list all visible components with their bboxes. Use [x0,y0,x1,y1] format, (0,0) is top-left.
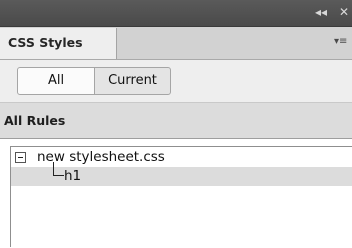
css-styles-panel: ◂◂ ✕ CSS Styles ▾≡ All Current All Rules… [0,0,352,248]
close-icon[interactable]: ✕ [337,4,351,20]
rule-selector-label: h1 [64,168,82,184]
rule-row-h1[interactable]: h1 [11,162,352,186]
tab-strip: CSS Styles ▾≡ [0,27,352,60]
collapse-minus-icon[interactable] [15,152,26,163]
mode-toggle-bar: All Current [0,60,352,103]
rules-tree[interactable]: new stylesheet.css h1 [10,146,352,247]
collapse-to-icons-icon[interactable]: ◂◂ [313,4,329,20]
all-mode-button[interactable]: All [17,67,95,95]
panel-title-bar: ◂◂ ✕ [0,0,352,27]
panel-options-menu-icon[interactable]: ▾≡ [334,36,348,48]
tab-css-styles[interactable]: CSS Styles [0,28,117,59]
all-rules-header: All Rules [0,103,352,139]
tree-branch-line-icon [53,162,64,176]
current-mode-button[interactable]: Current [94,67,171,95]
